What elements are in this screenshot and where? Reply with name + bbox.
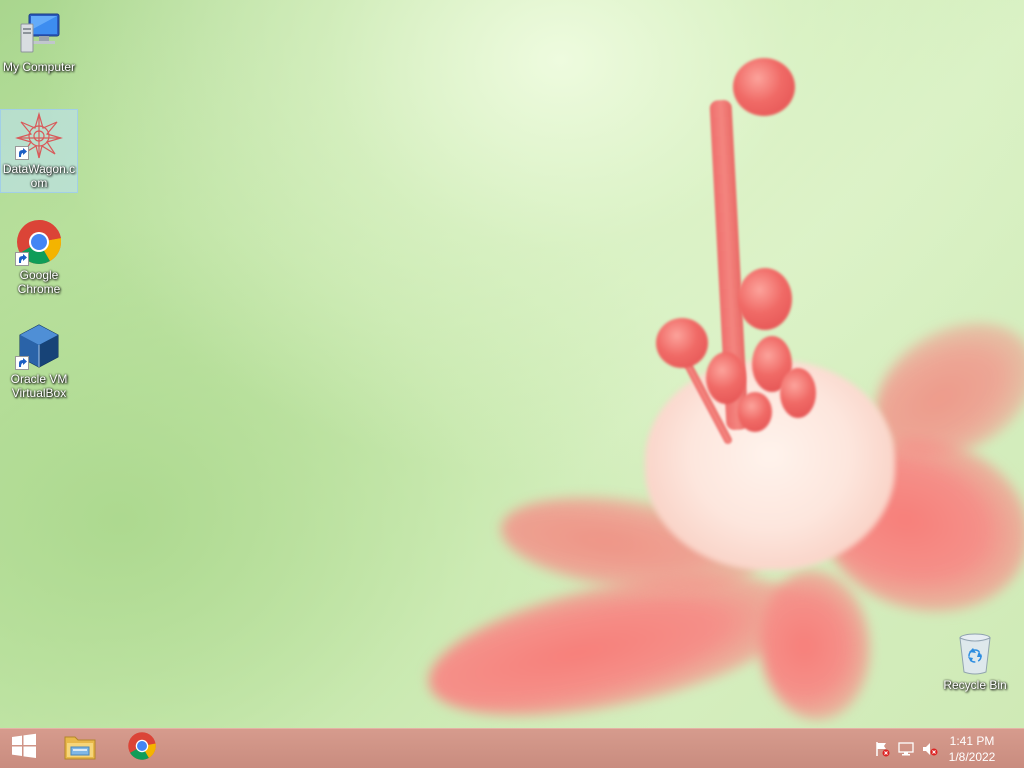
start-button[interactable] <box>0 729 48 768</box>
taskbar-clock[interactable]: 1:41 PM 1/8/2022 <box>942 733 1002 765</box>
clock-time: 1:41 PM <box>949 734 995 748</box>
action-center-flag-icon[interactable] <box>874 741 890 757</box>
desktop-wallpaper[interactable]: My Computer DataWagon.com Google Chrome … <box>0 0 1024 728</box>
desktop-icon-label: DataWagon.com <box>2 162 76 190</box>
my-computer-icon <box>15 10 63 58</box>
desktop-icon-label: My Computer <box>2 60 76 74</box>
taskbar-chrome-button[interactable] <box>118 729 166 768</box>
recycle-bin-icon <box>951 632 999 676</box>
chrome-icon <box>15 218 63 266</box>
desktop-icon-label: Oracle VM VirtualBox <box>10 372 68 400</box>
volume-muted-icon[interactable] <box>922 741 938 757</box>
shortcut-arrow-icon <box>15 146 29 160</box>
clock-date: 1/8/2022 <box>948 750 996 764</box>
desktop-icon-my-computer[interactable]: My Computer <box>1 8 77 74</box>
taskbar-file-explorer-button[interactable] <box>56 729 104 768</box>
desktop-icon-datawagon[interactable]: DataWagon.com <box>0 109 78 193</box>
folder-icon <box>63 731 97 766</box>
shortcut-arrow-icon <box>15 356 29 370</box>
desktop-icon-recycle-bin[interactable]: Recycle Bin <box>937 630 1013 692</box>
taskbar: 1:41 PM 1/8/2022 <box>0 728 1024 768</box>
chrome-icon <box>127 731 157 766</box>
desktop-icon-google-chrome[interactable]: Google Chrome <box>1 216 77 296</box>
shortcut-arrow-icon <box>15 252 29 266</box>
desktop-icon-label: Google Chrome <box>17 268 61 296</box>
desktop-icon-label: Recycle Bin <box>943 678 1007 692</box>
datawagon-icon <box>14 111 64 160</box>
virtualbox-icon <box>15 322 63 370</box>
desktop-icon-virtualbox[interactable]: Oracle VM VirtualBox <box>1 320 77 400</box>
windows-logo-icon <box>11 733 37 764</box>
network-icon[interactable] <box>898 741 914 757</box>
